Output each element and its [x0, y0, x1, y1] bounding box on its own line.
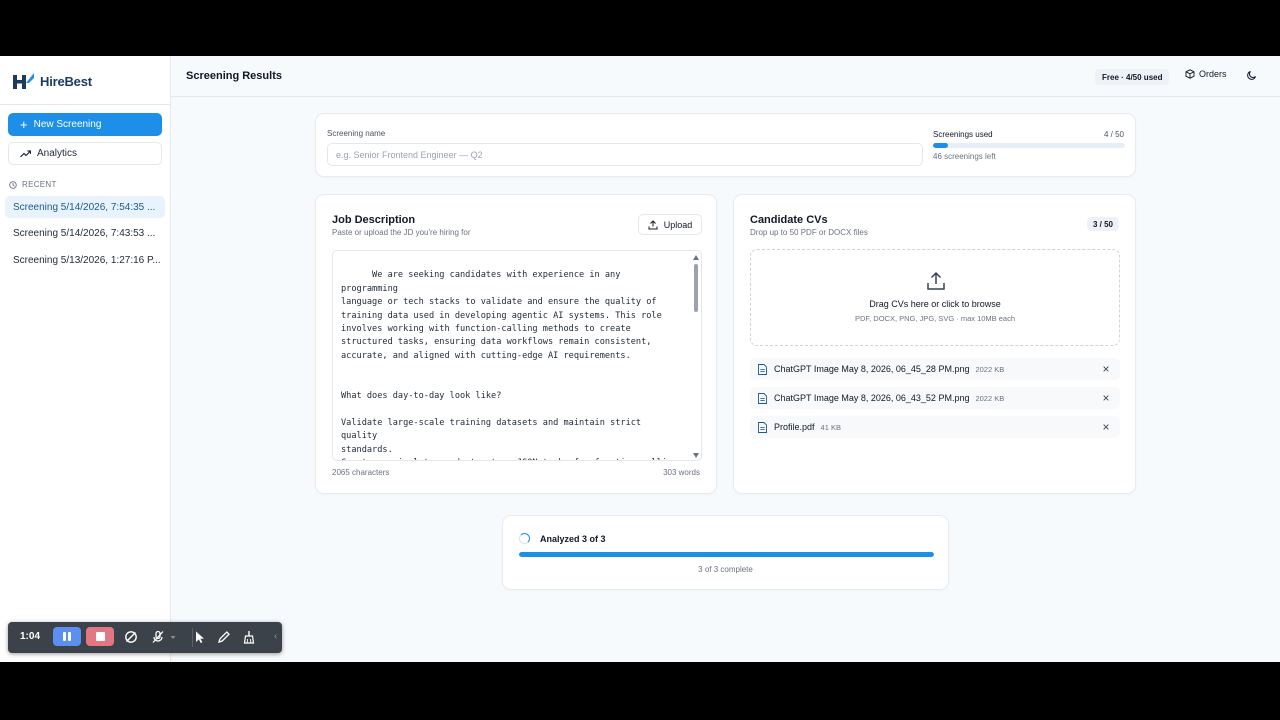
top-header: Screening Results Free · 4/50 used Order…: [171, 56, 1280, 97]
pen-icon[interactable]: [217, 630, 231, 644]
screen-recorder-toolbar: 1:04 ‹: [8, 622, 282, 653]
moon-icon[interactable]: [1246, 69, 1258, 81]
file-icon: [758, 421, 767, 433]
cv-file-name: ChatGPT Image May 8, 2026, 06_43_52 PM.p…: [774, 393, 970, 403]
cv-file-name: Profile.pdf: [774, 422, 815, 432]
screenings-used-label: Screenings used: [933, 130, 993, 139]
recent-label: RECENT: [22, 180, 57, 189]
cv-count-badge: 3 / 50: [1086, 217, 1119, 231]
cv-file-size: 2022 KB: [975, 364, 1005, 374]
orders-label: Orders: [1199, 69, 1227, 79]
textarea-scrollbar[interactable]: [693, 255, 699, 458]
history-icon: [9, 180, 17, 189]
analytics-label: Analytics: [37, 148, 78, 159]
brand-logo[interactable]: HireBest: [13, 71, 92, 91]
job-description-subtitle: Paste or upload the JD you're hiring for: [332, 228, 471, 237]
cv-file-size: 41 KB: [820, 422, 841, 432]
trending-up-icon: [20, 149, 31, 157]
new-screening-label: New Screening: [33, 119, 102, 130]
candidate-cvs-card: Candidate CVs Drop up to 50 PDF or DOCX …: [733, 194, 1136, 494]
recent-heading: RECENT: [9, 180, 57, 189]
plus-icon: +: [20, 117, 28, 132]
remove-file-icon[interactable]: ×: [1100, 421, 1112, 433]
chevron-down-icon[interactable]: [170, 630, 176, 644]
screening-name-card: Screening name Screenings used 4 / 50 46…: [315, 113, 1136, 177]
pause-recording-button[interactable]: [53, 627, 81, 646]
recent-screening-item[interactable]: Screening 5/14/2026, 7:54:35 ...: [5, 196, 165, 218]
job-description-text: We are seeking candidates with experienc…: [341, 270, 677, 460]
remove-file-icon[interactable]: ×: [1100, 363, 1112, 375]
analysis-progress-bar: [519, 552, 934, 557]
divider: [0, 104, 171, 105]
analysis-progress-card: Analyzed 3 of 3 3 of 3 complete: [502, 515, 949, 590]
broom-icon[interactable]: [242, 630, 256, 644]
plan-usage-badge: Free · 4/50 used: [1095, 69, 1170, 85]
orders-link[interactable]: Orders: [1185, 69, 1227, 79]
character-count: 2065 characters: [332, 468, 390, 477]
cv-file-row: ChatGPT Image May 8, 2026, 06_43_52 PM.p…: [750, 387, 1120, 409]
package-icon: [1185, 69, 1195, 79]
cv-file-row: ChatGPT Image May 8, 2026, 06_45_28 PM.p…: [750, 358, 1120, 380]
screening-name-input[interactable]: [327, 143, 923, 166]
upload-icon: [648, 219, 658, 229]
app-window: HireBest + New Screening Analytics RECEN…: [0, 56, 1280, 662]
candidate-cvs-subtitle: Drop up to 50 PDF or DOCX files: [750, 228, 868, 237]
file-icon: [758, 392, 767, 404]
usage-progress-fill: [933, 143, 949, 148]
file-icon: [758, 363, 767, 375]
cv-dropzone[interactable]: Drag CVs here or click to browse PDF, DO…: [750, 249, 1120, 346]
analytics-button[interactable]: Analytics: [8, 142, 162, 165]
analysis-progress-title: Analyzed 3 of 3: [540, 534, 606, 544]
remove-file-icon[interactable]: ×: [1100, 392, 1112, 404]
scroll-down-icon[interactable]: [693, 453, 699, 458]
cv-file-row: Profile.pdf 41 KB ×: [750, 416, 1120, 438]
upload-jd-button[interactable]: Upload: [638, 214, 702, 235]
camera-off-icon[interactable]: [124, 630, 138, 644]
upload-label: Upload: [663, 219, 693, 230]
job-description-textarea[interactable]: We are seeking candidates with experienc…: [332, 250, 702, 461]
candidate-cvs-title: Candidate CVs: [750, 214, 828, 226]
mic-off-icon[interactable]: [151, 630, 165, 644]
recent-screening-item[interactable]: Screening 5/13/2026, 1:27:16 P...: [5, 249, 165, 271]
usage-progress-bar: [933, 143, 1125, 148]
analysis-progress-fill: [519, 552, 934, 557]
screenings-used-count: 4 / 50: [1103, 130, 1124, 139]
brand-name: HireBest: [40, 73, 92, 89]
collapse-toolbar-icon[interactable]: ‹: [274, 631, 277, 642]
dropzone-hint: PDF, DOCX, PNG, JPG, SVG · max 10MB each: [854, 314, 1016, 323]
word-count: 303 words: [663, 468, 700, 477]
loading-spinner-icon: [519, 533, 530, 544]
cv-file-size: 2022 KB: [975, 393, 1005, 403]
screening-name-label: Screening name: [327, 129, 386, 138]
cursor-icon[interactable]: [193, 630, 207, 644]
stop-icon: [95, 632, 105, 641]
stop-recording-button[interactable]: [86, 627, 114, 646]
recording-timer: 1:04: [20, 631, 41, 642]
job-description-title: Job Description: [332, 214, 416, 226]
hirebest-logo-icon: [13, 73, 34, 89]
sidebar: HireBest + New Screening Analytics RECEN…: [0, 56, 171, 662]
cv-file-name: ChatGPT Image May 8, 2026, 06_45_28 PM.p…: [774, 364, 970, 374]
upload-icon: [927, 271, 945, 290]
recent-screening-item[interactable]: Screening 5/14/2026, 7:43:53 ...: [5, 222, 165, 244]
scroll-thumb[interactable]: [694, 264, 698, 312]
new-screening-button[interactable]: + New Screening: [8, 113, 162, 136]
analysis-progress-status: 3 of 3 complete: [698, 565, 753, 574]
page-title: Screening Results: [186, 70, 282, 82]
pause-icon: [63, 632, 66, 641]
screenings-left-text: 46 screenings left: [933, 152, 996, 161]
dropzone-title: Drag CVs here or click to browse: [869, 299, 1001, 309]
job-description-card: Job Description Paste or upload the JD y…: [315, 194, 717, 494]
scroll-up-icon[interactable]: [693, 255, 699, 260]
